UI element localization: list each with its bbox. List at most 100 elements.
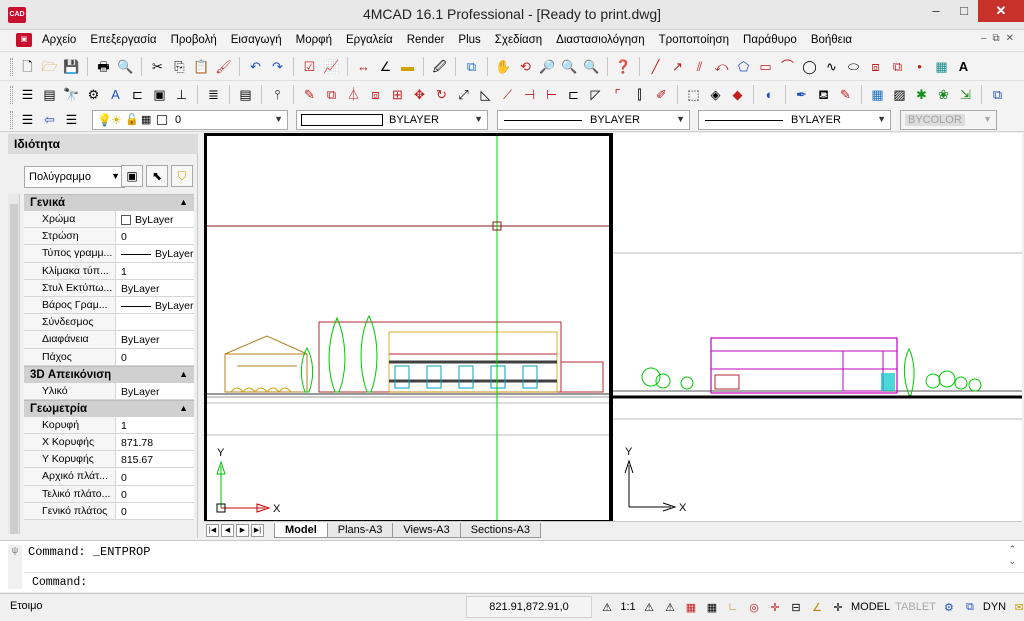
property-group-header[interactable]: Γεωμετρία ▲: [24, 399, 194, 417]
object-type-dropdown[interactable]: Πολύγραμμο ▼: [24, 166, 125, 188]
arc-icon[interactable]: ⌒: [778, 57, 797, 76]
toolbar-grip[interactable]: [10, 86, 13, 104]
scroll-down-icon[interactable]: ⌄: [1008, 555, 1016, 567]
paste-icon[interactable]: 📋: [192, 57, 211, 76]
spline-icon[interactable]: ∿: [822, 57, 841, 76]
paint-bucket-icon[interactable]: ⛾: [814, 85, 833, 104]
property-value[interactable]: 1: [116, 417, 194, 433]
panel-scrollbar[interactable]: [8, 194, 20, 534]
angle-icon[interactable]: ∠: [376, 57, 395, 76]
menu-item[interactable]: Προβολή: [171, 34, 217, 46]
minimize-button[interactable]: ‒: [922, 0, 950, 22]
redo-icon[interactable]: ↷: [268, 57, 287, 76]
property-value[interactable]: 0: [116, 486, 194, 502]
collapse-icon[interactable]: ▲: [179, 369, 188, 379]
library-icon[interactable]: ⧉: [988, 85, 1007, 104]
point-icon[interactable]: •: [910, 57, 929, 76]
settings-gear-icon[interactable]: ⚙: [940, 597, 958, 617]
grid-icon[interactable]: ▦: [703, 597, 721, 617]
drawing-area[interactable]: Y X Y X: [204, 133, 1022, 521]
extend-icon[interactable]: ⊢: [542, 85, 561, 104]
rotate-icon[interactable]: ↻: [432, 85, 451, 104]
image-icon[interactable]: ▣: [150, 85, 169, 104]
list-icon[interactable]: ▤: [236, 85, 255, 104]
tablet-toggle[interactable]: TABLET: [894, 597, 937, 617]
chamfer-icon[interactable]: ◸: [586, 85, 605, 104]
export-icon[interactable]: ⇲: [956, 85, 975, 104]
menu-item[interactable]: Τροποποίηση: [659, 34, 729, 46]
command-grip[interactable]: ψ: [8, 545, 22, 589]
menu-item[interactable]: Βοήθεια: [811, 34, 852, 46]
property-value[interactable]: ByLayer: [116, 383, 194, 399]
multiline-icon[interactable]: ⫽: [690, 57, 709, 76]
edit-pencil-icon[interactable]: ✐: [652, 85, 671, 104]
design-center-icon[interactable]: ⚙: [84, 85, 103, 104]
3d-render-icon[interactable]: ◆: [728, 85, 747, 104]
property-row[interactable]: Υ Κορυφής 815.67: [24, 451, 194, 469]
mail-icon[interactable]: ✉: [1010, 597, 1024, 617]
property-row[interactable]: Σύνδεσμος: [24, 314, 194, 332]
3d-box-icon[interactable]: ⬚: [684, 85, 703, 104]
maximize-button[interactable]: □: [950, 0, 978, 22]
polyline-icon[interactable]: ⤺: [712, 57, 731, 76]
line-icon[interactable]: ╱: [646, 57, 665, 76]
property-value[interactable]: 0: [116, 503, 194, 519]
property-value[interactable]: ByLayer: [116, 211, 194, 227]
cut-icon[interactable]: ✂: [148, 57, 167, 76]
doc-close-button[interactable]: ✕: [1006, 33, 1014, 44]
terrain-icon[interactable]: ▨: [890, 85, 909, 104]
property-group-header[interactable]: 3D Απεικόνιση ▲: [24, 365, 194, 383]
property-row[interactable]: Κορυφή 1: [24, 416, 194, 435]
property-value[interactable]: 815.67: [116, 451, 194, 467]
text-icon[interactable]: A: [954, 57, 973, 76]
property-row[interactable]: Υλικό ByLayer: [24, 382, 194, 400]
menu-item[interactable]: Επεξεργασία: [90, 34, 156, 46]
ortho-icon[interactable]: ∟: [724, 597, 742, 617]
layer-previous-icon[interactable]: ⇦: [40, 110, 59, 129]
layer-state-icon[interactable]: ▤: [40, 85, 59, 104]
property-group-header[interactable]: Γενικά ▲: [24, 194, 194, 211]
measure-icon[interactable]: ▬: [398, 57, 417, 76]
property-row[interactable]: Χρώμα ByLayer: [24, 211, 194, 229]
select-objects-button[interactable]: ⬉: [146, 165, 168, 187]
layout-tab[interactable]: Model: [274, 523, 328, 538]
edit-image-icon[interactable]: ✎: [836, 85, 855, 104]
polar-icon[interactable]: ◎: [745, 597, 763, 617]
property-row[interactable]: Διαφάνεια ByLayer: [24, 331, 194, 349]
snap-icon[interactable]: ▦: [682, 597, 700, 617]
print-icon[interactable]: 🖶: [94, 57, 113, 76]
auto-scale-icon[interactable]: ⚠: [661, 597, 679, 617]
fillet-icon[interactable]: ⌜: [608, 85, 627, 104]
ray-icon[interactable]: ↗: [668, 57, 687, 76]
property-value[interactable]: 0: [116, 468, 194, 484]
layout-tab[interactable]: Sections-A3: [459, 523, 541, 538]
scrollbar-thumb[interactable]: [10, 204, 18, 534]
property-value[interactable]: ByLayer: [116, 280, 194, 296]
new-file-icon[interactable]: 🗋: [18, 57, 37, 76]
coordinates-display[interactable]: 821.91,872.91,0: [466, 596, 592, 618]
lineweight-toggle-icon[interactable]: ∠: [808, 597, 826, 617]
menu-item[interactable]: Εισαγωγή: [231, 34, 282, 46]
property-row[interactable]: Βάρος Γραμ... ByLayer: [24, 296, 194, 315]
annotation-scale-value[interactable]: 1:1: [619, 597, 637, 617]
osnap-icon[interactable]: ✛: [766, 597, 784, 617]
stretch-icon[interactable]: ◺: [476, 85, 495, 104]
menu-item[interactable]: Plus: [458, 34, 480, 46]
viewport-right[interactable]: Y X: [613, 133, 1022, 521]
help-icon[interactable]: ❓: [614, 57, 633, 76]
close-button[interactable]: ✕: [978, 0, 1024, 22]
3d-solid-icon[interactable]: ◈: [706, 85, 725, 104]
menu-item[interactable]: Μορφή: [296, 34, 332, 46]
property-value[interactable]: 0: [116, 228, 194, 244]
rectangle-icon[interactable]: ▭: [756, 57, 775, 76]
doc-restore-button[interactable]: ⧉: [992, 33, 999, 44]
make-current-icon[interactable]: ☰: [62, 110, 81, 129]
open-folder-icon[interactable]: 🗁: [40, 57, 59, 76]
property-row[interactable]: Γενικό πλάτος 0: [24, 502, 194, 520]
toggle-pickadd-button[interactable]: ▣: [121, 165, 143, 187]
property-value[interactable]: 1: [116, 263, 194, 279]
match-properties-icon[interactable]: 🖌: [214, 57, 233, 76]
ucs-icon[interactable]: ⊥: [172, 85, 191, 104]
explode-icon[interactable]: ⫿: [630, 85, 649, 104]
layers-icon[interactable]: ☰: [18, 85, 37, 104]
